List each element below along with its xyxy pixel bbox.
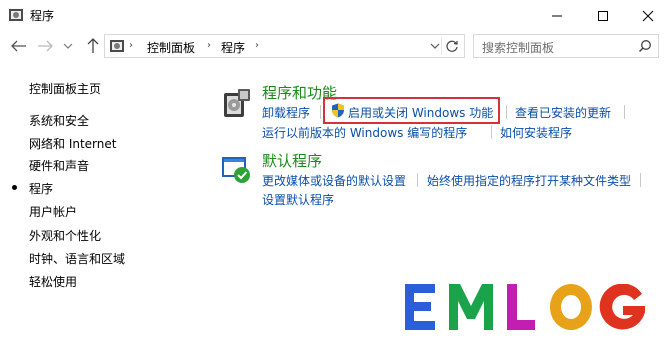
up-arrow-icon bbox=[87, 38, 99, 53]
control-panel-app-icon bbox=[8, 7, 24, 23]
emlog-watermark-logo bbox=[405, 284, 645, 330]
control-panel-icon bbox=[109, 38, 125, 54]
close-icon bbox=[642, 10, 654, 21]
link-divider bbox=[417, 173, 418, 187]
set-default-programs-link[interactable]: 设置默认程序 bbox=[262, 191, 334, 208]
file-type-association-link[interactable]: 始终使用指定的程序打开某种文件类型 bbox=[427, 172, 631, 189]
address-bar[interactable]: › 控制面板 › 程序 › bbox=[104, 34, 465, 58]
breadcrumb-programs[interactable]: 程序 bbox=[221, 39, 245, 56]
refresh-icon bbox=[446, 40, 458, 52]
default-programs-title[interactable]: 默认程序 bbox=[262, 150, 322, 171]
active-item-bullet-icon bbox=[12, 185, 17, 190]
sidebar-item-system-security[interactable]: 系统和安全 bbox=[29, 112, 89, 129]
back-arrow-icon bbox=[11, 40, 26, 52]
navigation-bar: › 控制面板 › 程序 › 搜索控制面板 bbox=[0, 31, 671, 61]
chevron-down-icon bbox=[430, 43, 440, 49]
link-divider bbox=[624, 105, 625, 119]
default-programs-icon[interactable] bbox=[220, 153, 252, 185]
link-divider bbox=[640, 173, 641, 187]
forward-arrow-icon bbox=[38, 40, 53, 52]
view-installed-updates-link[interactable]: 查看已安装的更新 bbox=[515, 104, 611, 121]
breadcrumb-separator-icon[interactable]: › bbox=[129, 40, 133, 51]
sidebar-item-network[interactable]: 网络和 Internet bbox=[29, 135, 116, 152]
search-box[interactable]: 搜索控制面板 bbox=[473, 34, 659, 58]
breadcrumb-control-panel[interactable]: 控制面板 bbox=[147, 39, 195, 56]
back-button[interactable] bbox=[10, 37, 28, 55]
sidebar-home-link[interactable]: 控制面板主页 bbox=[29, 80, 101, 97]
sidebar-item-ease-of-access[interactable]: 轻松使用 bbox=[29, 273, 77, 290]
forward-button[interactable] bbox=[36, 37, 54, 55]
title-bar: 程序 bbox=[0, 0, 671, 31]
how-to-install-link[interactable]: 如何安装程序 bbox=[500, 124, 572, 141]
sidebar-item-hardware-sound[interactable]: 硬件和声音 bbox=[29, 157, 89, 174]
sidebar-item-programs[interactable]: 程序 bbox=[29, 180, 53, 197]
sidebar-item-appearance[interactable]: 外观和个性化 bbox=[29, 227, 101, 244]
maximize-button[interactable] bbox=[580, 0, 626, 31]
refresh-button[interactable] bbox=[441, 37, 461, 55]
sidebar-item-clock-language[interactable]: 时钟、语言和区域 bbox=[29, 250, 125, 267]
breadcrumb-separator-icon[interactable]: › bbox=[255, 40, 259, 51]
minimize-button[interactable] bbox=[534, 0, 580, 31]
search-icon[interactable] bbox=[638, 39, 652, 53]
link-divider bbox=[506, 105, 507, 119]
minimize-icon bbox=[552, 15, 562, 16]
link-divider bbox=[491, 125, 492, 139]
shield-icon bbox=[331, 103, 345, 118]
sidebar-item-user-accounts[interactable]: 用户帐户 bbox=[29, 203, 77, 220]
maximize-icon bbox=[598, 10, 608, 21]
breadcrumb-separator-icon[interactable]: › bbox=[207, 40, 211, 51]
up-button[interactable] bbox=[84, 37, 102, 55]
chevron-down-icon bbox=[63, 43, 73, 49]
turn-windows-features-link[interactable]: 启用或关闭 Windows 功能 bbox=[348, 104, 493, 121]
recent-locations-button[interactable] bbox=[62, 37, 74, 55]
change-autoplay-link[interactable]: 更改媒体或设备的默认设置 bbox=[262, 172, 406, 189]
programs-features-icon[interactable] bbox=[220, 87, 252, 119]
run-older-programs-link[interactable]: 运行以前版本的 Windows 编写的程序 bbox=[262, 124, 467, 141]
uninstall-program-link[interactable]: 卸载程序 bbox=[262, 104, 310, 121]
link-divider bbox=[320, 105, 321, 119]
close-button[interactable] bbox=[625, 0, 671, 31]
search-placeholder[interactable]: 搜索控制面板 bbox=[482, 39, 554, 56]
window-title: 程序 bbox=[30, 9, 55, 23]
